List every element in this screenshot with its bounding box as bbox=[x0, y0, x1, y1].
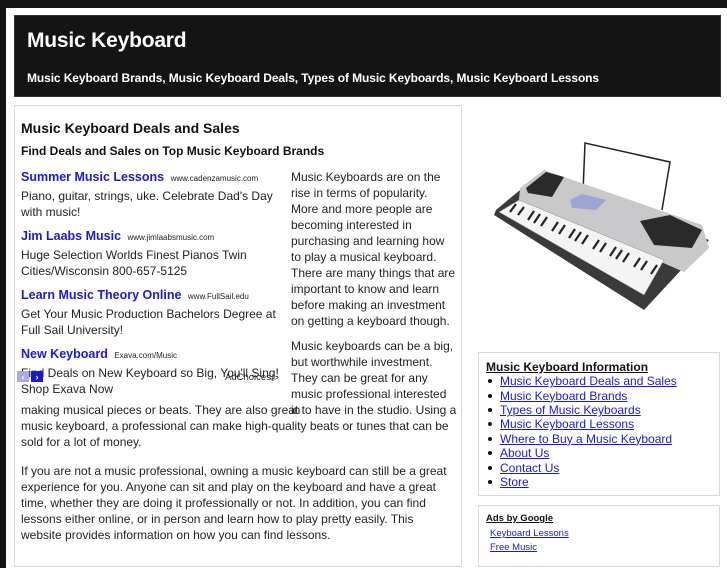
list-item: Contact Us bbox=[486, 460, 677, 475]
list-item: Store bbox=[486, 475, 677, 489]
ad-item: Jim Laabs Music www.jimlaabsmusic.com Hu… bbox=[21, 227, 283, 279]
ad-title-link[interactable]: New Keyboard bbox=[21, 347, 108, 361]
page-subtitle: Find Deals and Sales on Top Music Keyboa… bbox=[21, 144, 325, 158]
ad-description: Piano, guitar, strings, uke. Celebrate D… bbox=[21, 189, 273, 219]
chevron-right-icon: › bbox=[35, 371, 39, 382]
ad-next-button[interactable]: › bbox=[31, 371, 43, 382]
ad-title-link[interactable]: Summer Music Lessons bbox=[21, 170, 164, 184]
ad-item: Learn Music Theory Online www.FullSail.e… bbox=[21, 286, 283, 338]
ad-item: Summer Music Lessons www.cadenzamusic.co… bbox=[21, 168, 283, 220]
bullet-icon bbox=[488, 436, 492, 441]
adchoices-link[interactable]: AdChoices▷ bbox=[225, 372, 279, 383]
list-item: Music Keyboard Brands bbox=[486, 388, 677, 403]
adchoices-label: AdChoices bbox=[225, 372, 271, 383]
site-header: Music Keyboard Music Keyboard Brands, Mu… bbox=[14, 15, 721, 97]
nav-link-brands[interactable]: Music Keyboard Brands bbox=[500, 389, 627, 403]
ad-url[interactable]: www.FullSail.edu bbox=[188, 292, 249, 301]
ad-url[interactable]: Exava.com/Music bbox=[114, 351, 177, 360]
ad-block: Summer Music Lessons www.cadenzamusic.co… bbox=[21, 168, 283, 404]
keyboard-product-image bbox=[494, 142, 709, 310]
site-tagline: Music Keyboard Brands, Music Keyboard De… bbox=[27, 71, 599, 85]
list-item: Music Keyboard Deals and Sales bbox=[486, 374, 677, 388]
page-title: Music Keyboard Deals and Sales bbox=[21, 120, 240, 136]
ad-url[interactable]: www.cadenzamusic.com bbox=[171, 174, 259, 183]
intro-paragraph: Music Keyboards are on the rise in terms… bbox=[291, 170, 456, 328]
ad-url[interactable]: www.jimlaabsmusic.com bbox=[128, 233, 215, 242]
bullet-icon bbox=[488, 393, 492, 398]
ads-box-title[interactable]: Ads by Google bbox=[486, 513, 553, 524]
list-item: Music Keyboard Lessons bbox=[486, 417, 677, 431]
paragraph-2-end: making musical pieces or beats. They are… bbox=[21, 403, 457, 449]
ad-link-free-music[interactable]: Free Music bbox=[490, 542, 537, 553]
main-content: Music Keyboard Deals and Sales Find Deal… bbox=[14, 105, 462, 567]
list-item: Where to Buy a Music Keyboard bbox=[486, 432, 677, 446]
ad-description: Huge Selection Worlds Finest Pianos Twin… bbox=[21, 248, 247, 278]
page-container: Music Keyboard Music Keyboard Brands, Mu… bbox=[6, 8, 727, 568]
ad-title-link[interactable]: Jim Laabs Music bbox=[21, 229, 121, 243]
nav-link-contact[interactable]: Contact Us bbox=[500, 461, 559, 475]
bullet-icon bbox=[488, 479, 492, 484]
bullet-icon bbox=[488, 465, 492, 470]
info-link-list: Music Keyboard Deals and Sales Music Key… bbox=[486, 374, 677, 489]
bullet-icon bbox=[488, 379, 492, 384]
nav-link-types[interactable]: Types of Music Keyboards bbox=[500, 403, 641, 417]
adchoices-icon: ▷ bbox=[271, 372, 279, 382]
ad-title-link[interactable]: Learn Music Theory Online bbox=[21, 288, 181, 302]
nav-link-where-to-buy[interactable]: Where to Buy a Music Keyboard bbox=[500, 432, 672, 446]
ad-navigation: ‹ › bbox=[17, 371, 43, 382]
chevron-left-icon: ‹ bbox=[21, 371, 25, 382]
nav-link-lessons[interactable]: Music Keyboard Lessons bbox=[500, 417, 634, 431]
nav-link-about[interactable]: About Us bbox=[500, 446, 549, 460]
site-title[interactable]: Music Keyboard bbox=[27, 29, 187, 53]
bullet-icon bbox=[488, 451, 492, 456]
ad-description: Get Your Music Production Bachelors Degr… bbox=[21, 307, 276, 337]
nav-link-deals[interactable]: Music Keyboard Deals and Sales bbox=[500, 374, 677, 388]
ad-link-keyboard-lessons[interactable]: Keyboard Lessons bbox=[490, 528, 569, 539]
bullet-icon bbox=[488, 407, 492, 412]
google-ads-box: Ads by Google Keyboard Lessons Free Musi… bbox=[478, 505, 720, 567]
paragraph-3: If you are not a music professional, own… bbox=[21, 464, 447, 542]
bullet-icon bbox=[488, 422, 492, 427]
list-item: Types of Music Keyboards bbox=[486, 403, 677, 417]
list-item: About Us bbox=[486, 446, 677, 460]
nav-link-store[interactable]: Store bbox=[500, 475, 529, 489]
info-box-title: Music Keyboard Information bbox=[486, 360, 649, 374]
ad-prev-button[interactable]: ‹ bbox=[17, 371, 29, 382]
info-box: Music Keyboard Information Music Keyboar… bbox=[478, 352, 720, 496]
ad-item: New Keyboard Exava.com/Music Find Deals … bbox=[21, 345, 283, 397]
